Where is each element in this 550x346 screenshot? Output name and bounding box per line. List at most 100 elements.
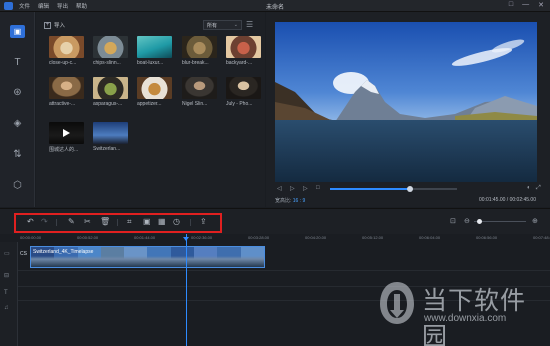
divider	[56, 219, 57, 226]
undo-icon[interactable]: ↶	[27, 218, 34, 226]
preview-video	[275, 22, 537, 182]
prev-frame-icon[interactable]: ◁	[277, 185, 282, 192]
playback-time: 00:01:45.00 / 00:02:45.00	[479, 197, 536, 203]
lake	[275, 120, 537, 182]
export-icon[interactable]: ⇪	[200, 218, 207, 226]
seek-handle[interactable]	[407, 186, 413, 192]
cut-icon[interactable]: ✂	[84, 218, 91, 226]
clip-frame	[194, 247, 218, 267]
speed-icon[interactable]: ◷	[173, 218, 180, 226]
watermark-url: www.downxia.com	[424, 313, 507, 324]
thumbnail-caption: Switzerlan...	[93, 146, 121, 152]
edit-icon[interactable]: ✎	[68, 218, 75, 226]
media-thumbnail[interactable]: Nigel Slin...	[182, 77, 217, 109]
close-button[interactable]: ✕	[538, 1, 544, 9]
list-view-icon[interactable]: ☰	[246, 20, 253, 29]
media-thumbnail[interactable]: attractive-...	[49, 77, 84, 109]
ruler-tick-label: 00:02:36.00	[191, 235, 213, 240]
ruler-tick-label: 00:01:44.00	[134, 235, 156, 240]
menu-file[interactable]: 文件	[19, 2, 30, 10]
ruler-tick-label: 00:03:28.00	[248, 235, 270, 240]
import-button[interactable]: + 导入	[44, 21, 65, 29]
redo-icon[interactable]: ↷	[41, 218, 48, 226]
title-bar: 文件 编辑 导出 帮助 未命名 □ — ✕	[0, 0, 550, 12]
seek-progress	[330, 188, 410, 190]
video-clip[interactable]: Switzerland_4K_Timelapse	[30, 246, 265, 268]
zoom-handle[interactable]	[477, 219, 483, 224]
zoom-out-icon[interactable]: ⊖	[464, 217, 470, 225]
lock-icon[interactable]: ⊟	[4, 272, 9, 279]
media-filter-select[interactable]: 所有 ⌄	[203, 20, 242, 30]
time-ruler[interactable]: 00:00:00.00 00:00:52.00 00:01:44.00 00:02:3…	[20, 234, 550, 242]
media-thumbnail[interactable]: blur-break...	[182, 36, 217, 68]
clip-frame	[170, 247, 195, 267]
zoom-slider[interactable]	[474, 219, 526, 224]
window-controls: □ — ✕	[509, 1, 544, 9]
media-library: + 导入 所有 ⌄ ☰ close-up-c... chips-slinn... b…	[36, 12, 265, 207]
next-frame-icon[interactable]: ▷	[303, 185, 308, 192]
clip-frame	[217, 247, 241, 267]
thumbnail-caption: asparagus-...	[93, 101, 123, 107]
preview-panel: ◁ ▷ ▷ □ ◐ ⤢ 宽高比: 16 : 9 00:01:45.00 / 00…	[266, 12, 550, 207]
media-thumbnail[interactable]: asparagus-...	[93, 77, 128, 109]
volume-icon[interactable]: ◐	[527, 185, 531, 191]
ruler-tick-label: 00:04:20.00	[305, 235, 327, 240]
thumbnail-image	[137, 77, 172, 99]
media-thumbnail[interactable]: backyard-...	[226, 36, 261, 68]
media-thumbnail[interactable]: close-up-c...	[49, 36, 84, 68]
media-thumbnail[interactable]: Switzerlan...	[93, 122, 128, 154]
freeze-frame-icon[interactable]: ▣	[143, 218, 151, 226]
thumbnail-caption: July - Pho...	[226, 101, 253, 107]
transition-icon[interactable]: ⇅	[10, 148, 25, 161]
playhead[interactable]	[186, 234, 187, 346]
seek-bar[interactable]	[330, 186, 457, 192]
left-rail: ▣ T ⊛ ◈ ⇅ ⬡	[0, 12, 35, 207]
thumbnail-caption: backyard-...	[226, 60, 253, 66]
menu-edit[interactable]: 编辑	[38, 2, 49, 10]
clip-frame	[240, 247, 264, 267]
music-track-icon: ♫	[4, 305, 9, 311]
playhead-marker[interactable]	[183, 237, 189, 241]
overlay-icon[interactable]: ◈	[10, 117, 25, 130]
media-thumbnail[interactable]: 围城达人的...	[49, 122, 84, 154]
ruler-tick-label: 00:00:52.00	[77, 235, 99, 240]
thumbnail-image	[49, 36, 84, 58]
ruler-tick-label: 00:00:00.00	[20, 235, 42, 240]
fullscreen-icon[interactable]: ⤢	[536, 185, 541, 192]
menu-export[interactable]: 导出	[57, 2, 68, 10]
media-thumbnail[interactable]: appetizer...	[137, 77, 172, 109]
mosaic-icon[interactable]: ▦	[158, 218, 166, 226]
menu-help[interactable]: 帮助	[76, 2, 87, 10]
clip-label: Switzerland_4K_Timelapse	[33, 249, 94, 255]
filter-icon[interactable]: ⊛	[10, 86, 25, 99]
text-icon[interactable]: T	[10, 56, 25, 69]
divider	[117, 219, 118, 226]
aspect-label: 宽高比:	[275, 198, 292, 204]
thumbnail-image	[93, 122, 128, 144]
media-thumbnail[interactable]: boat-luxur...	[137, 36, 172, 68]
delete-icon[interactable]: 🗑	[100, 218, 110, 226]
media-thumbnail[interactable]: chips-slinn...	[93, 36, 128, 68]
thumbnail-caption: 围城达人的...	[49, 147, 79, 153]
aspect-value[interactable]: 16 : 9	[293, 198, 306, 204]
minimize-button[interactable]: —	[522, 1, 529, 9]
fit-icon[interactable]: ⊡	[450, 217, 456, 225]
play-icon[interactable]: ▷	[290, 185, 295, 192]
crop-icon[interactable]: ⌗	[127, 218, 132, 226]
stop-icon[interactable]: □	[316, 185, 320, 191]
app-logo-icon	[4, 2, 13, 10]
maximize-button[interactable]: □	[509, 1, 513, 9]
plus-icon: +	[44, 21, 51, 29]
zoom-in-icon[interactable]: ⊕	[532, 217, 538, 225]
thumbnail-caption: attractive-...	[49, 101, 76, 107]
thumbnail-caption: Nigel Slin...	[182, 101, 208, 107]
aspect-ratio[interactable]: 宽高比: 16 : 9	[275, 197, 305, 204]
import-label: 导入	[54, 23, 66, 29]
media-icon[interactable]: ▣	[10, 25, 25, 38]
video-track-icon: ▭	[4, 251, 10, 257]
play-icon	[63, 129, 70, 137]
chevron-down-icon: ⌄	[233, 22, 238, 28]
thumbnail-image	[182, 36, 217, 58]
media-thumbnail[interactable]: July - Pho...	[226, 77, 261, 109]
element-icon[interactable]: ⬡	[10, 179, 25, 192]
